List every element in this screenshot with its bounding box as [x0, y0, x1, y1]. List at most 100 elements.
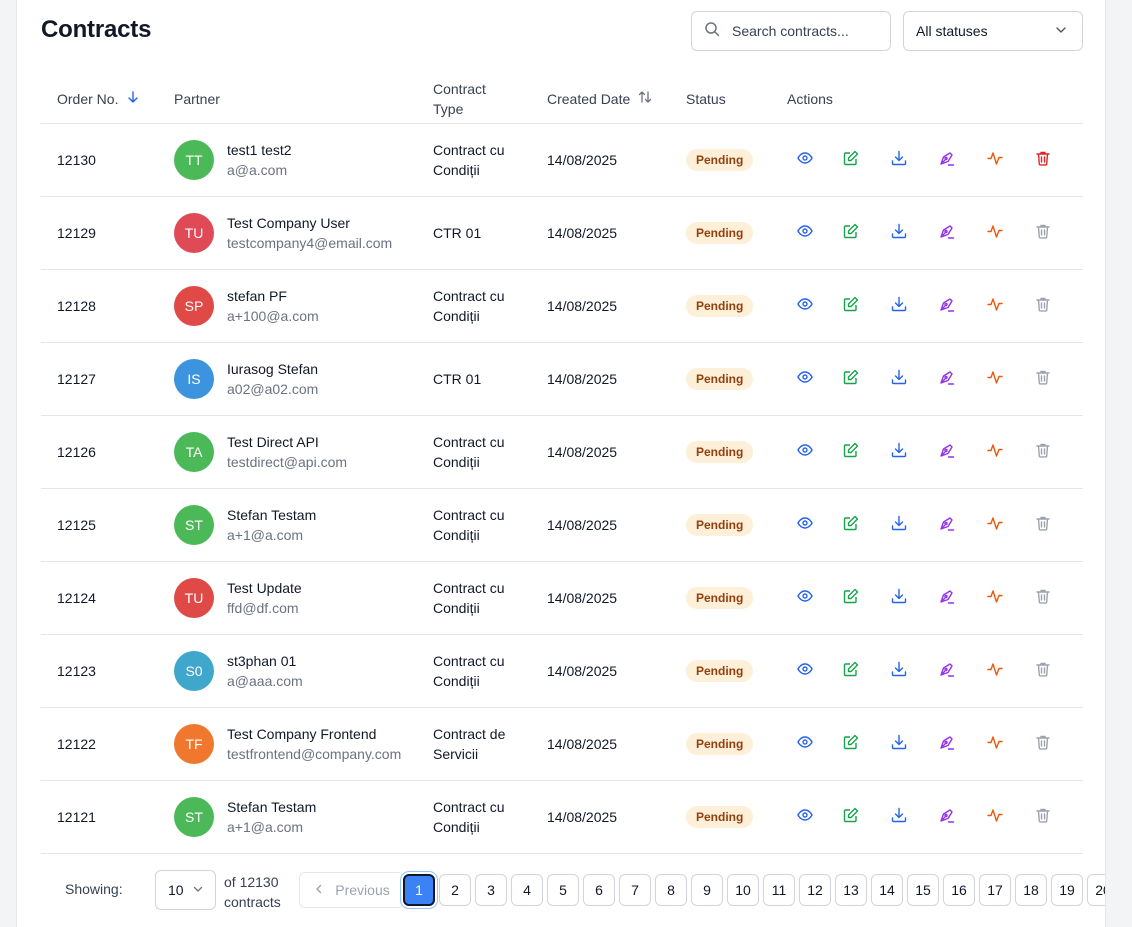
delete-button[interactable]	[1019, 363, 1067, 395]
download-button[interactable]	[875, 217, 923, 249]
edit-button[interactable]	[827, 655, 875, 687]
download-button[interactable]	[875, 363, 923, 395]
activity-button[interactable]	[971, 144, 1019, 176]
delete-button[interactable]	[1019, 144, 1067, 176]
view-button[interactable]	[787, 509, 827, 541]
sign-button[interactable]	[923, 801, 971, 833]
edit-button[interactable]	[827, 728, 875, 760]
sign-button[interactable]	[923, 217, 971, 249]
edit-button[interactable]	[827, 436, 875, 468]
page-17-button[interactable]: 17	[979, 874, 1011, 906]
edit-button[interactable]	[827, 801, 875, 833]
page-8-button[interactable]: 8	[655, 874, 687, 906]
edit-icon	[843, 442, 859, 463]
page-scrollbar[interactable]	[1106, 0, 1132, 927]
sign-button[interactable]	[923, 436, 971, 468]
column-partner: Partner	[174, 74, 220, 124]
activity-button[interactable]	[971, 582, 1019, 614]
page-5-button[interactable]: 5	[547, 874, 579, 906]
activity-button[interactable]	[971, 801, 1019, 833]
column-order-no[interactable]: Order No.	[57, 74, 140, 124]
sign-button[interactable]	[923, 509, 971, 541]
download-icon	[891, 442, 907, 463]
sign-button[interactable]	[923, 144, 971, 176]
edit-button[interactable]	[827, 582, 875, 614]
sign-button[interactable]	[923, 290, 971, 322]
page-13-button[interactable]: 13	[835, 874, 867, 906]
page-20-button[interactable]: 20	[1087, 874, 1105, 906]
download-button[interactable]	[875, 728, 923, 760]
page-2-button[interactable]: 2	[439, 874, 471, 906]
view-button[interactable]	[787, 582, 827, 614]
page-3-button[interactable]: 3	[475, 874, 507, 906]
delete-button[interactable]	[1019, 582, 1067, 614]
view-button[interactable]	[787, 290, 827, 322]
page-6-button[interactable]: 6	[583, 874, 615, 906]
edit-button[interactable]	[827, 363, 875, 395]
page-16-button[interactable]: 16	[943, 874, 975, 906]
activity-button[interactable]	[971, 509, 1019, 541]
page-7-button[interactable]: 7	[619, 874, 651, 906]
view-icon	[797, 369, 813, 390]
activity-button[interactable]	[971, 728, 1019, 760]
search-input[interactable]	[732, 23, 882, 39]
download-button[interactable]	[875, 436, 923, 468]
delete-button[interactable]	[1019, 801, 1067, 833]
edit-button[interactable]	[827, 290, 875, 322]
delete-button[interactable]	[1019, 436, 1067, 468]
page-15-button[interactable]: 15	[907, 874, 939, 906]
download-button[interactable]	[875, 144, 923, 176]
download-icon	[891, 150, 907, 171]
column-contract-type: Contract Type	[433, 74, 513, 124]
download-button[interactable]	[875, 509, 923, 541]
delete-button[interactable]	[1019, 217, 1067, 249]
view-button[interactable]	[787, 655, 827, 687]
sign-button[interactable]	[923, 655, 971, 687]
download-button[interactable]	[875, 801, 923, 833]
activity-button[interactable]	[971, 217, 1019, 249]
page-4-button[interactable]: 4	[511, 874, 543, 906]
view-button[interactable]	[787, 217, 827, 249]
page-size-select[interactable]: 10	[155, 870, 216, 910]
previous-page-button[interactable]: Previous	[299, 872, 404, 908]
status-filter-select[interactable]: All statuses	[903, 11, 1083, 51]
page-10-button[interactable]: 10	[727, 874, 759, 906]
edit-button[interactable]	[827, 217, 875, 249]
search-box[interactable]	[691, 11, 891, 51]
partner-name: Test Update	[227, 580, 302, 596]
delete-button[interactable]	[1019, 655, 1067, 687]
avatar: IS	[174, 359, 214, 399]
view-button[interactable]	[787, 728, 827, 760]
activity-button[interactable]	[971, 363, 1019, 395]
view-button[interactable]	[787, 363, 827, 395]
delete-button[interactable]	[1019, 290, 1067, 322]
page-11-button[interactable]: 11	[763, 874, 795, 906]
edit-button[interactable]	[827, 509, 875, 541]
delete-button[interactable]	[1019, 728, 1067, 760]
delete-button[interactable]	[1019, 509, 1067, 541]
activity-button[interactable]	[971, 655, 1019, 687]
sign-button[interactable]	[923, 363, 971, 395]
sign-button[interactable]	[923, 582, 971, 614]
activity-button[interactable]	[971, 290, 1019, 322]
download-button[interactable]	[875, 582, 923, 614]
column-order-label: Order No.	[57, 91, 119, 107]
page-1-button[interactable]: 1	[403, 874, 435, 906]
sign-button[interactable]	[923, 728, 971, 760]
page-14-button[interactable]: 14	[871, 874, 903, 906]
partner-name: Stefan Testam	[227, 799, 317, 815]
download-button[interactable]	[875, 290, 923, 322]
column-created-date[interactable]: Created Date	[547, 74, 652, 124]
page-19-button[interactable]: 19	[1051, 874, 1083, 906]
view-button[interactable]	[787, 436, 827, 468]
view-button[interactable]	[787, 801, 827, 833]
view-button[interactable]	[787, 144, 827, 176]
page-18-button[interactable]: 18	[1015, 874, 1047, 906]
page-9-button[interactable]: 9	[691, 874, 723, 906]
contracts-table: Order No. Partner Contract Type Created …	[41, 74, 1083, 854]
edit-button[interactable]	[827, 144, 875, 176]
activity-button[interactable]	[971, 436, 1019, 468]
pagination-bar: Showing: 10 of 12130 contracts Previous …	[41, 854, 1105, 927]
page-12-button[interactable]: 12	[799, 874, 831, 906]
download-button[interactable]	[875, 655, 923, 687]
